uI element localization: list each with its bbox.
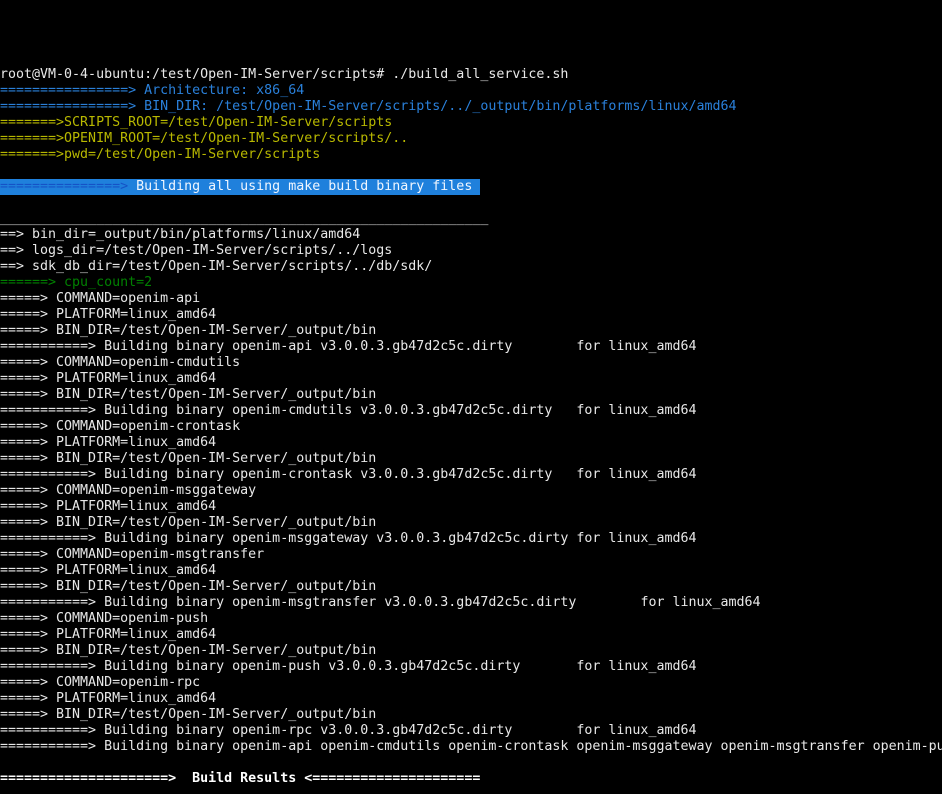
terminal-text-segment: =====> COMMAND=openim-msgtransfer (0, 547, 264, 562)
terminal-line: ==> sdk_db_dir=/test/Open-IM-Server/scri… (0, 259, 942, 275)
terminal-line: =====> PLATFORM=linux_amd64 (0, 371, 942, 387)
terminal-line: ===========> Building binary openim-cmdu… (0, 403, 942, 419)
terminal-line: =======>OPENIM_ROOT=/test/Open-IM-Server… (0, 131, 942, 147)
terminal-text-segment: ===========> Building binary openim-msgt… (0, 595, 761, 610)
terminal-line: ===========> Building binary openim-api … (0, 739, 942, 755)
terminal-line: ================> Architecture: x86_64 (0, 83, 942, 99)
terminal-text-segment: =====> BIN_DIR=/test/Open-IM-Server/_out… (0, 579, 376, 594)
terminal-line: ======> cpu_count=2 (0, 275, 942, 291)
terminal-text-segment: =====> BIN_DIR=/test/Open-IM-Server/_out… (0, 387, 376, 402)
terminal-text-segment: =====> COMMAND=openim-cmdutils (0, 355, 240, 370)
terminal-line: =====> BIN_DIR=/test/Open-IM-Server/_out… (0, 515, 942, 531)
terminal-line: =====> COMMAND=openim-crontask (0, 419, 942, 435)
terminal-line: =====> BIN_DIR=/test/Open-IM-Server/_out… (0, 643, 942, 659)
terminal-line (0, 195, 942, 211)
terminal-line: ===========> Building binary openim-api … (0, 339, 942, 355)
terminal-text-segment: ===========> Building binary openim-api … (0, 339, 696, 354)
terminal-line (0, 787, 942, 794)
terminal-line: =====> BIN_DIR=/test/Open-IM-Server/_out… (0, 387, 942, 403)
highlighted-line: ===============> Building all using make… (0, 179, 942, 195)
terminal-text-segment: =======>pwd=/test/Open-IM-Server/scripts (0, 147, 320, 162)
terminal-text-segment: =======>OPENIM_ROOT=/test/Open-IM-Server… (0, 131, 408, 146)
terminal-text-segment: ===========> Building binary openim-msgg… (0, 531, 696, 546)
terminal-text-segment: ================> Architecture: x86_64 (0, 83, 304, 98)
terminal-text-segment: =====> PLATFORM=linux_amd64 (0, 307, 216, 322)
terminal-text-segment: =====> PLATFORM=linux_amd64 (0, 371, 216, 386)
terminal-line: =====> BIN_DIR=/test/Open-IM-Server/_out… (0, 451, 942, 467)
terminal-text-segment: =====> COMMAND=openim-push (0, 611, 208, 626)
terminal-line: ==> logs_dir=/test/Open-IM-Server/script… (0, 243, 942, 259)
terminal-text-segment: =====> BIN_DIR=/test/Open-IM-Server/_out… (0, 451, 376, 466)
terminal-text-segment: =====> BIN_DIR=/test/Open-IM-Server/_out… (0, 323, 376, 338)
terminal-line: =====> COMMAND=openim-cmdutils (0, 355, 942, 371)
terminal-line: ==> bin_dir=_output/bin/platforms/linux/… (0, 227, 942, 243)
terminal-line: =====> BIN_DIR=/test/Open-IM-Server/_out… (0, 323, 942, 339)
terminal-text-segment: =======>SCRIPTS_ROOT=/test/Open-IM-Serve… (0, 115, 392, 130)
terminal-line: ===========> Building binary openim-cron… (0, 467, 942, 483)
terminal-line: =====> PLATFORM=linux_amd64 (0, 563, 942, 579)
terminal-line: ===========> Building binary openim-msgt… (0, 595, 942, 611)
terminal-text-segment: =====> PLATFORM=linux_amd64 (0, 435, 216, 450)
terminal-line: =======>pwd=/test/Open-IM-Server/scripts (0, 147, 942, 163)
terminal-text-segment: ________________________________________… (0, 211, 488, 226)
terminal-text-segment: =====> PLATFORM=linux_amd64 (0, 563, 216, 578)
terminal-line (0, 163, 942, 179)
terminal-text-segment: ===========> Building binary openim-rpc … (0, 723, 696, 738)
terminal-output: root@VM-0-4-ubuntu:/test/Open-IM-Server/… (0, 67, 942, 794)
terminal-line: =====> COMMAND=openim-api (0, 291, 942, 307)
terminal-line (0, 755, 942, 771)
terminal-text-segment: =====> PLATFORM=linux_amd64 (0, 627, 216, 642)
terminal-line: =====> BIN_DIR=/test/Open-IM-Server/_out… (0, 707, 942, 723)
terminal-text-segment: ==> logs_dir=/test/Open-IM-Server/script… (0, 243, 392, 258)
terminal-text-segment: =====> COMMAND=openim-rpc (0, 675, 200, 690)
terminal-line: =====> COMMAND=openim-msgtransfer (0, 547, 942, 563)
terminal-text-segment: ==> sdk_db_dir=/test/Open-IM-Server/scri… (0, 259, 432, 274)
terminal-text-segment: ===========> Building binary openim-cmdu… (0, 403, 696, 418)
terminal-line: ================> BIN_DIR: /test/Open-IM… (0, 99, 942, 115)
terminal-window[interactable]: __ __ __ _. ._ _. ._ _. ._ _. ._ _. ._ _… (0, 0, 942, 794)
highlight-background: ===============> Building all using make… (0, 179, 480, 195)
terminal-text-segment: ==> bin_dir=_output/bin/platforms/linux/… (0, 227, 360, 242)
terminal-text-segment: Building all using make build binary fil… (136, 179, 480, 194)
terminal-text-segment: ================> BIN_DIR: /test/Open-IM… (0, 99, 737, 114)
terminal-text-segment: ===========> Building binary openim-cron… (0, 467, 696, 482)
terminal-line: ===========> Building binary openim-rpc … (0, 723, 942, 739)
terminal-text-segment: ===============> (0, 179, 136, 194)
terminal-text-segment: =====> COMMAND=openim-msggateway (0, 483, 256, 498)
terminal-text-segment: =====> COMMAND=openim-crontask (0, 419, 240, 434)
terminal-text-segment: =====> BIN_DIR=/test/Open-IM-Server/_out… (0, 707, 376, 722)
terminal-text-segment: =====> COMMAND=openim-api (0, 291, 200, 306)
terminal-line: =======>SCRIPTS_ROOT=/test/Open-IM-Serve… (0, 115, 942, 131)
clipped-previous-line: __ __ __ _. ._ _. ._ _. ._ _. ._ _. ._ _… (0, 32, 942, 35)
terminal-line: ===========> Building binary openim-msgg… (0, 531, 942, 547)
terminal-text-segment: =====> BIN_DIR=/test/Open-IM-Server/_out… (0, 643, 376, 658)
terminal-line: ===========> Building binary openim-push… (0, 659, 942, 675)
terminal-line: =====> PLATFORM=linux_amd64 (0, 499, 942, 515)
terminal-text-segment: =====> PLATFORM=linux_amd64 (0, 499, 216, 514)
terminal-line: =====> COMMAND=openim-push (0, 611, 942, 627)
terminal-text-segment: root@VM-0-4-ubuntu:/test/Open-IM-Server/… (0, 67, 568, 82)
terminal-line: =====> PLATFORM=linux_amd64 (0, 307, 942, 323)
terminal-line: =====> COMMAND=openim-msggateway (0, 483, 942, 499)
terminal-line: =====> COMMAND=openim-rpc (0, 675, 942, 691)
prompt-line: root@VM-0-4-ubuntu:/test/Open-IM-Server/… (0, 67, 942, 83)
terminal-text-segment: ===========> Building binary openim-api … (0, 739, 942, 754)
terminal-text-segment: =====> PLATFORM=linux_amd64 (0, 691, 216, 706)
terminal-line: =====> PLATFORM=linux_amd64 (0, 691, 942, 707)
terminal-line: =====> PLATFORM=linux_amd64 (0, 627, 942, 643)
terminal-text-segment: ======> cpu_count=2 (0, 275, 152, 290)
terminal-text-segment: =====> BIN_DIR=/test/Open-IM-Server/_out… (0, 515, 376, 530)
terminal-text-segment: ===========> Building binary openim-push… (0, 659, 696, 674)
terminal-line: =====> BIN_DIR=/test/Open-IM-Server/_out… (0, 579, 942, 595)
terminal-line: =====> PLATFORM=linux_amd64 (0, 435, 942, 451)
terminal-text-segment: =====================> Build Results <==… (0, 771, 480, 786)
build-results-header: =====================> Build Results <==… (0, 771, 942, 787)
terminal-line: ________________________________________… (0, 211, 942, 227)
